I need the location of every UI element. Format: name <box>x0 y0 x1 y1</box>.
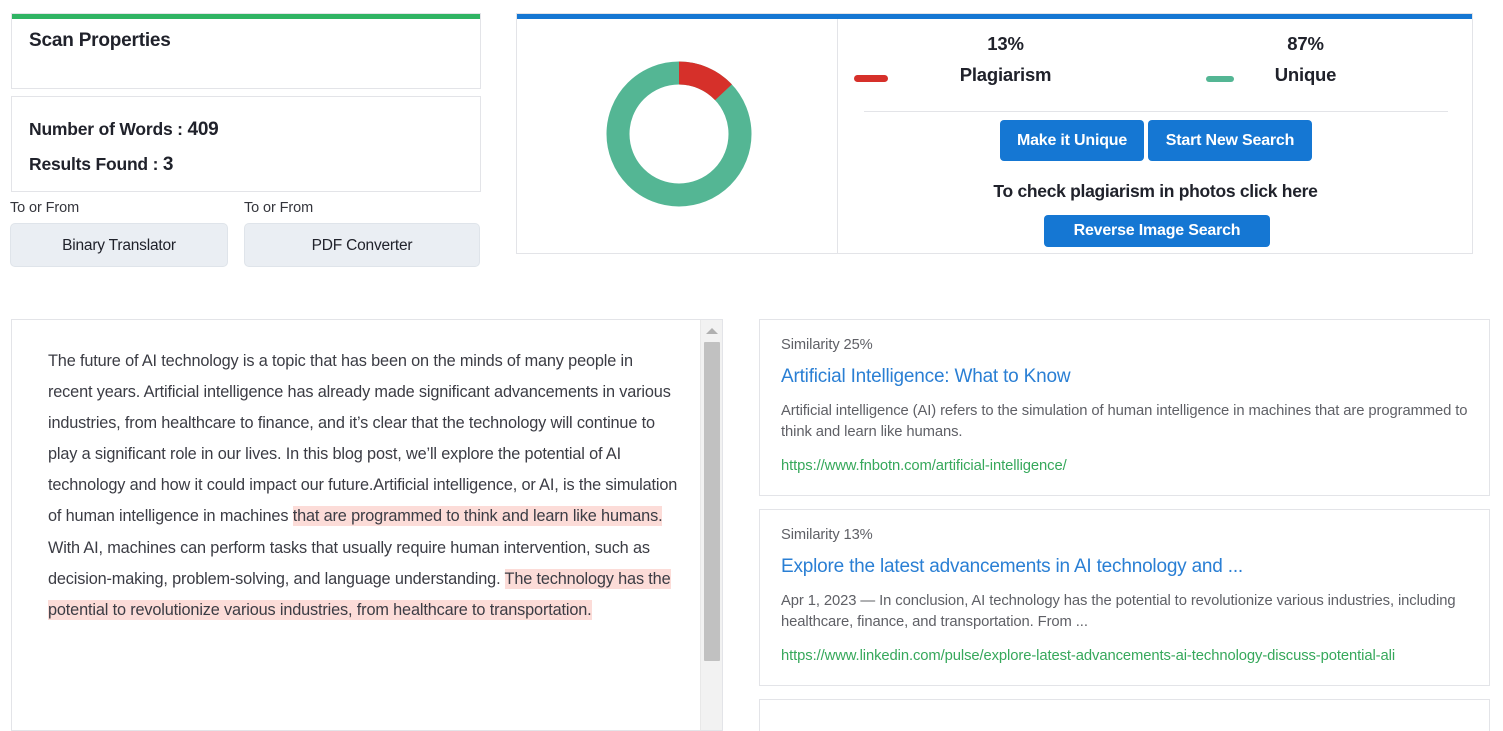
binary-translator-button[interactable]: Binary Translator <box>10 223 228 267</box>
word-count-value: 409 <box>187 119 219 140</box>
pdf-converter-button[interactable]: PDF Converter <box>244 223 480 267</box>
similarity-score: Similarity 13% <box>781 527 873 543</box>
scroll-up-button[interactable] <box>701 320 722 339</box>
scrollbar-thumb[interactable] <box>704 342 720 661</box>
chart-legend: 13% Plagiarism 87% Unique <box>838 33 1473 103</box>
make-it-unique-button[interactable]: Make it Unique <box>1000 120 1144 161</box>
plagiarism-label: Plagiarism <box>959 64 1052 85</box>
scanned-text-content: The future of AI technology is a topic t… <box>12 320 702 730</box>
result-snippet: Apr 1, 2023 — In conclusion, AI technolo… <box>781 593 1456 630</box>
result-snippet: Artificial intelligence (AI) refers to t… <box>781 403 1468 440</box>
page-title: Scan Properties <box>29 30 171 51</box>
plagiarism-report-page: Scan Properties Number of Words : 409 Re… <box>0 0 1503 731</box>
search-result-card <box>759 699 1490 731</box>
tool-1-label: To or From <box>10 200 80 216</box>
text-segment: The future of AI technology is a topic t… <box>48 352 678 526</box>
scan-properties-card: Scan Properties <box>11 13 481 89</box>
unique-swatch-icon <box>1206 76 1234 82</box>
search-results-list: Similarity 25% Artificial Intelligence: W… <box>759 319 1490 731</box>
unique-label: Unique <box>1274 64 1337 85</box>
tool-binary-translator: To or From Binary Translator <box>10 200 228 267</box>
plagiarism-percent: 13% <box>987 33 1024 54</box>
scan-stats-card: Number of Words : 409 Results Found : 3 <box>11 96 481 192</box>
start-new-search-button[interactable]: Start New Search <box>1148 120 1312 161</box>
search-result-card: Similarity 13% Explore the latest advance… <box>759 509 1490 686</box>
word-count-row: Number of Words : 409 <box>29 112 480 147</box>
chevron-up-icon <box>705 328 718 334</box>
donut-chart-container <box>517 19 837 254</box>
result-url-link[interactable]: https://www.fnbotn.com/artificial-intell… <box>781 456 1468 477</box>
word-count-label: Number of Words : <box>29 119 183 139</box>
summary-stats-side: 13% Plagiarism 87% Unique Make it Unique… <box>838 19 1473 254</box>
highlighted-text-segment: that are programmed to think and learn l… <box>292 506 663 527</box>
search-result-card: Similarity 25% Artificial Intelligence: W… <box>759 319 1490 496</box>
plagiarism-donut-chart <box>606 61 752 207</box>
tool-pdf-converter: To or From PDF Converter <box>244 200 480 267</box>
legend-separator <box>864 111 1448 112</box>
photo-plagiarism-note: To check plagiarism in photos click here <box>993 181 1318 201</box>
green-accent-bar <box>12 14 480 19</box>
results-found-label: Results Found : <box>29 154 159 174</box>
text-panel-scrollbar[interactable] <box>700 320 722 730</box>
plagiarism-swatch-icon <box>854 75 888 82</box>
results-found-value: 3 <box>162 154 174 175</box>
result-title-link[interactable]: Explore the latest advancements in AI te… <box>781 556 1468 578</box>
tool-2-label: To or From <box>244 200 314 216</box>
unique-percent: 87% <box>1287 33 1324 54</box>
results-summary-panel: 13% Plagiarism 87% Unique Make it Unique… <box>516 13 1473 254</box>
result-title-link[interactable]: Artificial Intelligence: What to Know <box>781 366 1468 388</box>
legend-plagiarism: 13% Plagiarism <box>868 33 1143 86</box>
scanned-text-panel: The future of AI technology is a topic t… <box>11 319 723 731</box>
results-found-row: Results Found : 3 <box>29 147 480 182</box>
similarity-score: Similarity 25% <box>781 337 873 353</box>
reverse-image-search-button[interactable]: Reverse Image Search <box>1044 215 1270 247</box>
result-url-link[interactable]: https://www.linkedin.com/pulse/explore-l… <box>781 646 1468 667</box>
